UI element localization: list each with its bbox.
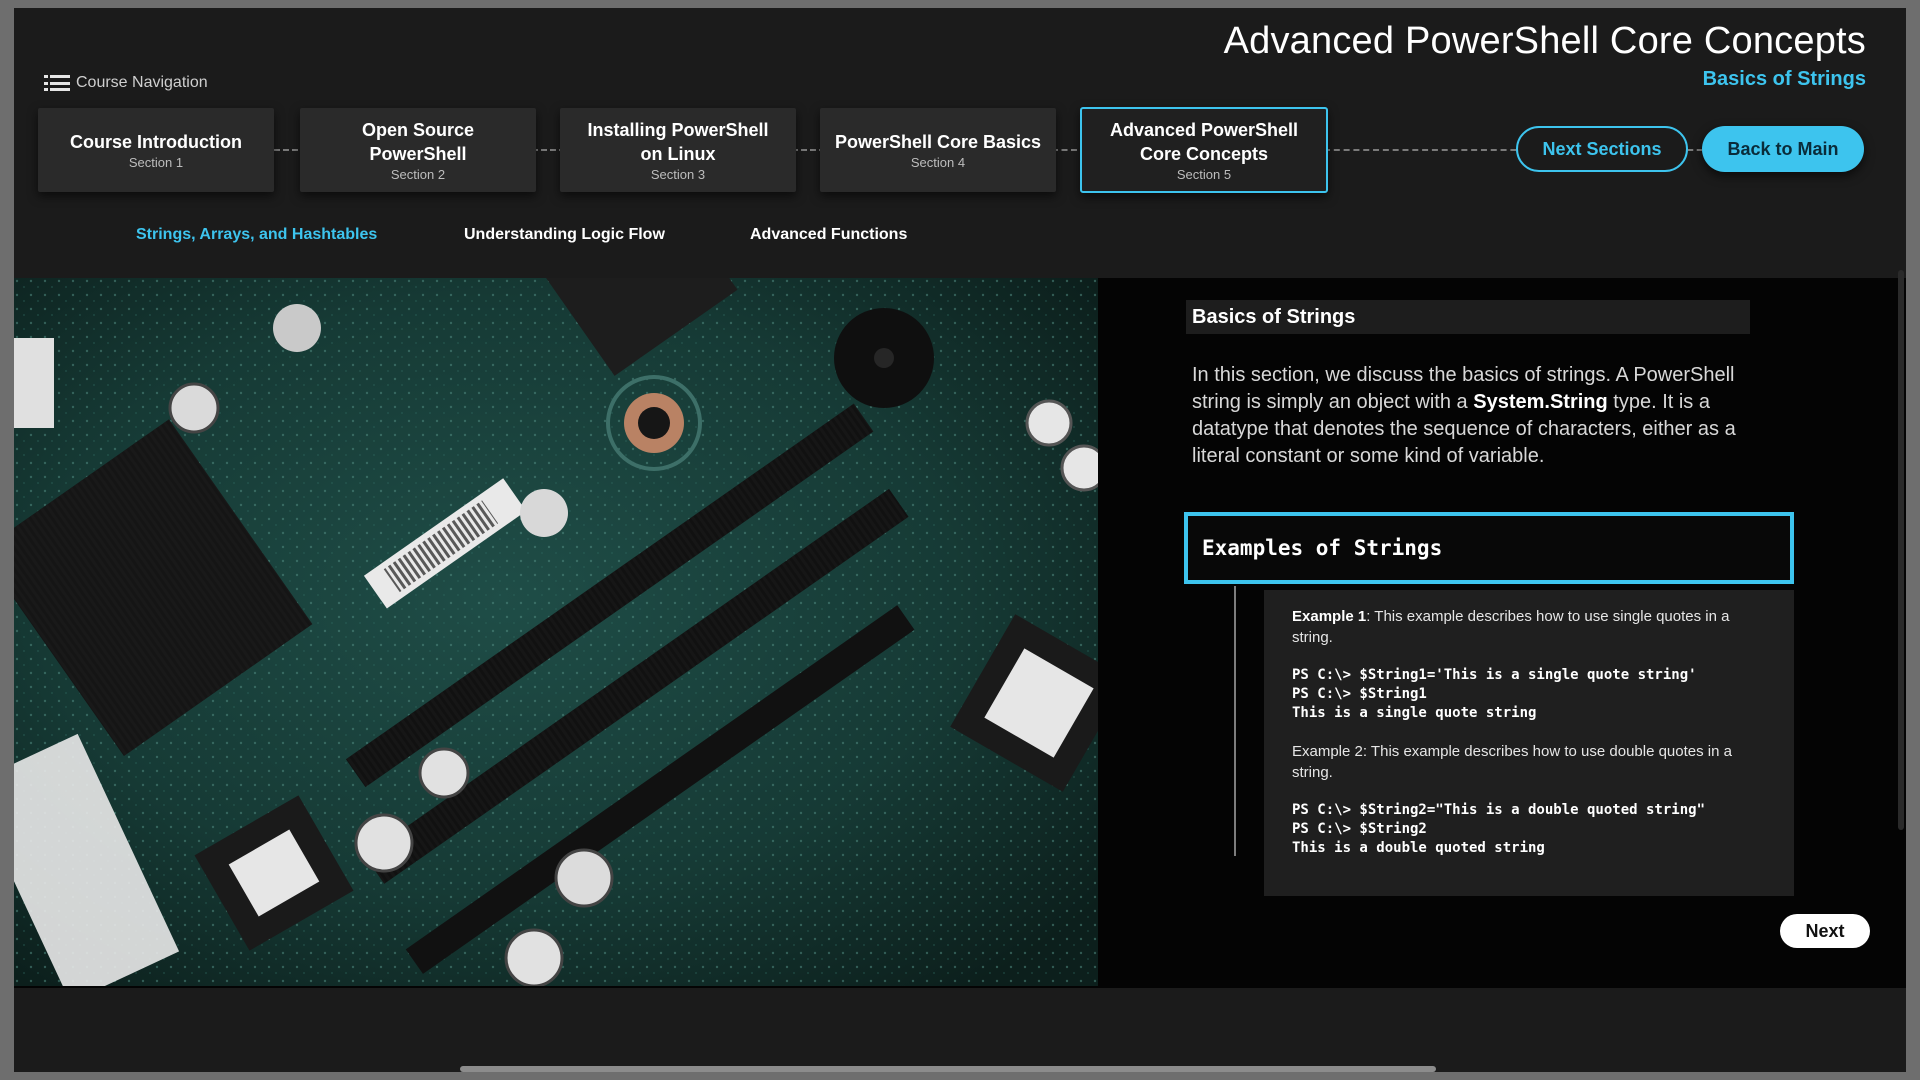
section-card-number: Section 3 [650, 167, 706, 182]
example-1-label: Example 1 [1292, 608, 1367, 625]
section-card-title: Advanced PowerShell Core Concepts [1109, 120, 1299, 164]
intro-type-name: System.String [1473, 391, 1608, 413]
section-connector [1324, 149, 1536, 151]
examples-card: Example 1: This example describes how to… [1264, 590, 1794, 896]
section-card-1[interactable]: Course Introduction Section 1 [38, 108, 274, 192]
tab-strings-arrays-hashtables[interactable]: Strings, Arrays, and Hashtables [136, 226, 377, 244]
page-subtitle: Basics of Strings [1702, 68, 1866, 90]
app-frame: Advanced PowerShell Core Concepts Basics… [14, 8, 1906, 1072]
section-card-title: Open Source PowerShell [361, 120, 475, 164]
section-card-3[interactable]: Installing PowerShell on Linux Section 3 [560, 108, 796, 192]
vertical-scrollbar[interactable] [1898, 270, 1904, 830]
next-button[interactable]: Next [1780, 914, 1870, 948]
course-navigation-label: Course Navigation [76, 74, 208, 91]
example-1-code: PS C:\> $String1='This is a single quote… [1292, 667, 1697, 721]
section-card-2[interactable]: Open Source PowerShell Section 2 [300, 108, 536, 192]
tab-advanced-functions[interactable]: Advanced Functions [750, 226, 907, 244]
content-area: Basics of Strings In this section, we di… [14, 278, 1906, 988]
example-2-description: Example 2: This example describes how to… [1292, 743, 1732, 781]
section-heading: Basics of Strings [1186, 300, 1750, 334]
section-card-title: Installing PowerShell on Linux [587, 120, 769, 164]
section-card-4[interactable]: PowerShell Core Basics Section 4 [820, 108, 1056, 192]
section-card-number: Section 2 [390, 167, 446, 182]
section-card-title: Course Introduction [70, 132, 242, 152]
back-to-main-button[interactable]: Back to Main [1702, 126, 1864, 172]
section-card-number: Section 1 [128, 155, 184, 170]
course-navigation-button[interactable]: Course Navigation [44, 74, 208, 92]
section-intro: In this section, we discuss the basics o… [1192, 362, 1782, 470]
tab-understanding-logic-flow[interactable]: Understanding Logic Flow [464, 226, 665, 244]
list-icon [44, 74, 70, 92]
section-connector [1688, 149, 1702, 151]
section-card-number: Section 4 [910, 155, 966, 170]
motherboard-image [14, 278, 1098, 986]
timeline-line [1234, 586, 1236, 856]
page-title: Advanced PowerShell Core Concepts [1223, 20, 1866, 62]
example-1-description: Example 1: This example describes how to… [1292, 606, 1766, 648]
section-card-number: Section 5 [1176, 167, 1232, 182]
section-card-title: PowerShell Core Basics [834, 132, 1042, 152]
examples-heading: Examples of Strings [1184, 512, 1794, 584]
motherboard-illustration [14, 278, 1098, 986]
next-sections-button[interactable]: Next Sections [1516, 126, 1688, 172]
horizontal-scrollbar[interactable] [460, 1066, 1436, 1072]
example-2-code: PS C:\> $String2="This is a double quote… [1292, 802, 1706, 856]
section-card-5-active[interactable]: Advanced PowerShell Core Concepts Sectio… [1080, 107, 1328, 193]
